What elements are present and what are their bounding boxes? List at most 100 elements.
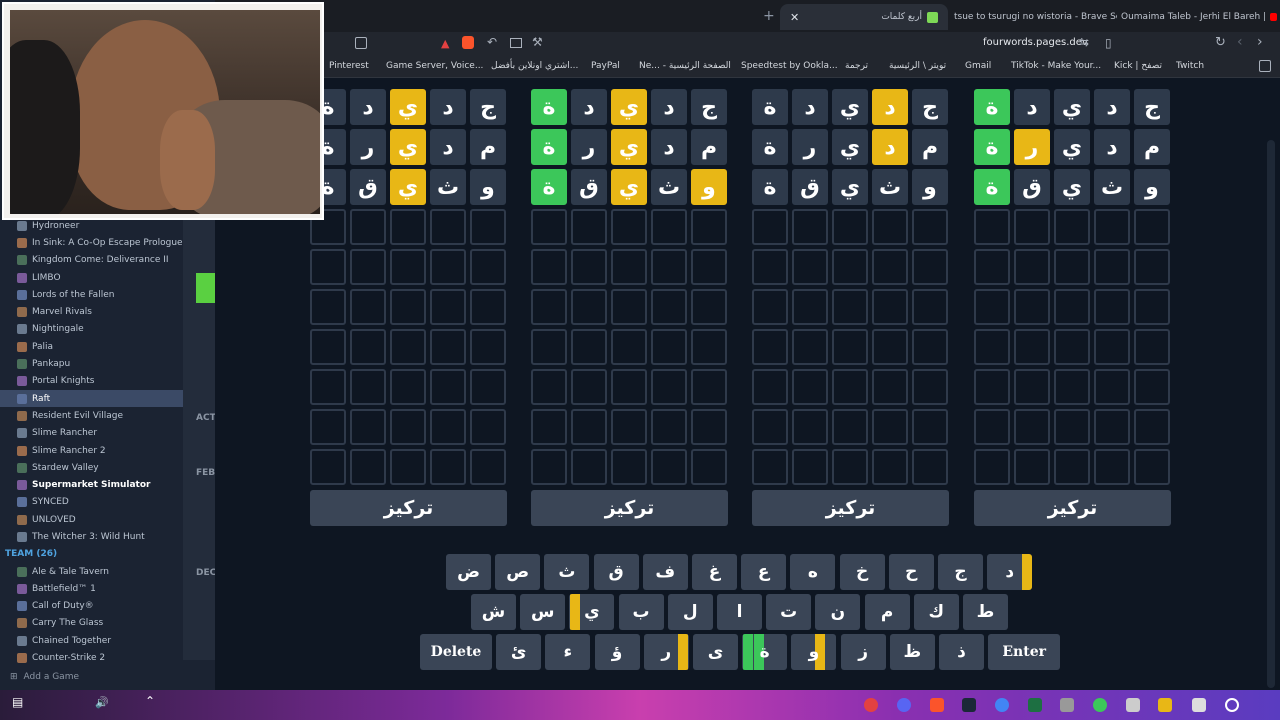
keyboard-key[interactable]: ع [741,554,787,590]
play-button[interactable] [196,273,215,303]
chrome-icon[interactable] [995,698,1009,712]
keyboard-key[interactable]: ق [593,554,639,590]
translate-icon[interactable]: ⚒ [532,35,543,49]
keyboard-key[interactable]: ح [888,554,934,590]
keyboard-key[interactable]: ي [569,594,615,630]
store-icon[interactable] [1126,698,1140,712]
keyboard-key[interactable]: ج [938,554,983,590]
delete-key[interactable]: Delete [420,634,492,670]
url-text[interactable]: fourwords.pages.dev [983,37,1088,48]
keyboard-key[interactable]: ز [840,634,886,670]
steam-icon[interactable] [962,698,976,712]
keyboard-key[interactable]: ا [717,594,762,630]
keyboard-key[interactable]: ء [545,634,591,670]
game-item[interactable]: Battlefield™ 1 [0,580,183,597]
game-item[interactable]: Counter-Strike 2 [0,649,183,666]
file-explorer-icon[interactable] [1158,698,1172,712]
forward-icon[interactable]: › [1257,34,1263,50]
reader-icon[interactable] [355,37,367,49]
game-item[interactable]: Slime Rancher [0,425,183,442]
keyboard-key[interactable]: ؤ [594,634,640,670]
share-icon[interactable]: ⇆ [1079,35,1089,49]
brave-icon[interactable] [930,698,944,712]
keyboard-key[interactable]: غ [692,554,737,590]
keyboard-key[interactable]: ظ [889,634,935,670]
game-item[interactable]: Portal Knights [0,373,183,390]
back-icon[interactable]: ‹ [1237,34,1243,50]
game-item[interactable]: Pankapu [0,355,183,372]
bookmark-game-server[interactable]: Game Server, Voice... [386,61,483,71]
game-item[interactable]: Resident Evil Village [0,407,183,424]
obs-icon[interactable] [864,698,878,712]
bookmark-twitter[interactable]: تويتر \ الرئيسية [889,61,946,71]
game-item[interactable]: Palia [0,338,183,355]
bookmark-twitch[interactable]: Twitch [1176,61,1204,71]
bookmark-translate[interactable]: ترجمة [845,61,868,71]
game-item[interactable]: Nightingale [0,321,183,338]
keyboard-key[interactable]: و [791,634,837,670]
keyboard-key[interactable]: ك [913,594,959,630]
focus-button[interactable]: تركيز [752,490,949,526]
keyboard-key[interactable]: ن [815,594,861,630]
bookmark-gmail[interactable]: Gmail [965,61,991,71]
volume-icon[interactable]: 🔊 [95,696,109,709]
keyboard-key[interactable]: ى [693,634,738,670]
bookmark-speedtest[interactable]: Speedtest by Ookla... [741,61,838,71]
game-item[interactable]: Supermarket Simulator [0,476,183,493]
new-tab-icon[interactable]: + [763,8,775,24]
bookmark-pinterest[interactable]: Pinterest [329,61,369,71]
bookmark-tiktok[interactable]: TikTok - Make Your... [1011,61,1101,71]
keyboard-key[interactable]: ب [618,594,664,630]
keyboard-key[interactable]: ف [642,554,688,590]
focus-button[interactable]: تركيز [310,490,507,526]
bookmark-home[interactable]: Ne... - الصفحة الرئيسية [639,61,731,71]
keyboard-key[interactable]: ط [963,594,1008,630]
keyboard-key[interactable]: ص [495,554,541,590]
discord-icon[interactable] [897,698,911,712]
tab-inactive[interactable]: tsue to tsurugi no wistoria - Brave Se [952,4,1117,30]
brave-icon[interactable] [462,36,474,49]
keyboard-key[interactable]: ث [544,554,590,590]
focus-button[interactable]: تركيز [531,490,728,526]
bookmarks-menu-icon[interactable] [1259,60,1271,72]
notification-icon[interactable]: ▤ [12,695,23,709]
keyboard-key[interactable]: خ [839,554,885,590]
keyboard-key[interactable]: ش [471,594,516,630]
game-item[interactable]: LIMBO [0,269,183,286]
game-item[interactable]: Slime Rancher 2 [0,442,183,459]
keyboard-key[interactable]: ت [766,594,812,630]
game-item[interactable]: Stardew Valley [0,459,183,476]
tab-inactive[interactable]: Oumaima Taleb - Jerhi El Bareh | [1119,4,1277,30]
tab-active[interactable]: ✕ أربع كلمات [780,4,948,30]
game-item[interactable]: Ale & Tale Tavern [0,563,183,580]
keyboard-key[interactable]: س [520,594,566,630]
page-scrollbar[interactable] [1267,140,1275,688]
game-item[interactable]: SYNCED [0,494,183,511]
app-icon[interactable] [1060,698,1074,712]
bookmark-kick[interactable]: Kick | تصفح [1114,61,1162,71]
game-item[interactable]: Raft [0,389,183,408]
game-item[interactable]: Kingdom Come: Deliverance II [0,252,183,269]
keyboard-key[interactable]: ة [742,634,788,670]
enter-key[interactable]: Enter [988,634,1061,670]
game-item[interactable]: Lords of the Fallen [0,286,183,303]
bookmark-shop[interactable]: اشتري اونلاين بأفضل... [491,61,578,71]
game-item[interactable]: UNLOVED [0,511,183,528]
reload-icon[interactable]: ↻ [1215,35,1226,50]
game-item[interactable]: The Witcher 3: Wild Hunt [0,528,183,545]
task-view-icon[interactable] [1192,698,1206,712]
shield-icon[interactable]: ▲ [441,37,449,50]
keyboard-key[interactable]: ض [446,554,491,590]
focus-button[interactable]: تركيز [974,490,1171,526]
undo-icon[interactable]: ↶ [487,35,497,49]
keyboard-key[interactable]: ئ [496,634,542,670]
excel-icon[interactable] [1028,698,1042,712]
keyboard-key[interactable]: د [987,554,1033,590]
keyboard-key[interactable]: ه [790,554,836,590]
close-icon[interactable]: ✕ [790,11,799,24]
search-icon[interactable] [1225,698,1239,712]
bookmark-paypal[interactable]: PayPal [591,61,620,71]
game-item[interactable]: Call of Duty® [0,598,183,615]
keyboard-key[interactable]: م [864,594,910,630]
add-game-button[interactable]: ⊞ Add a Game [0,668,183,686]
